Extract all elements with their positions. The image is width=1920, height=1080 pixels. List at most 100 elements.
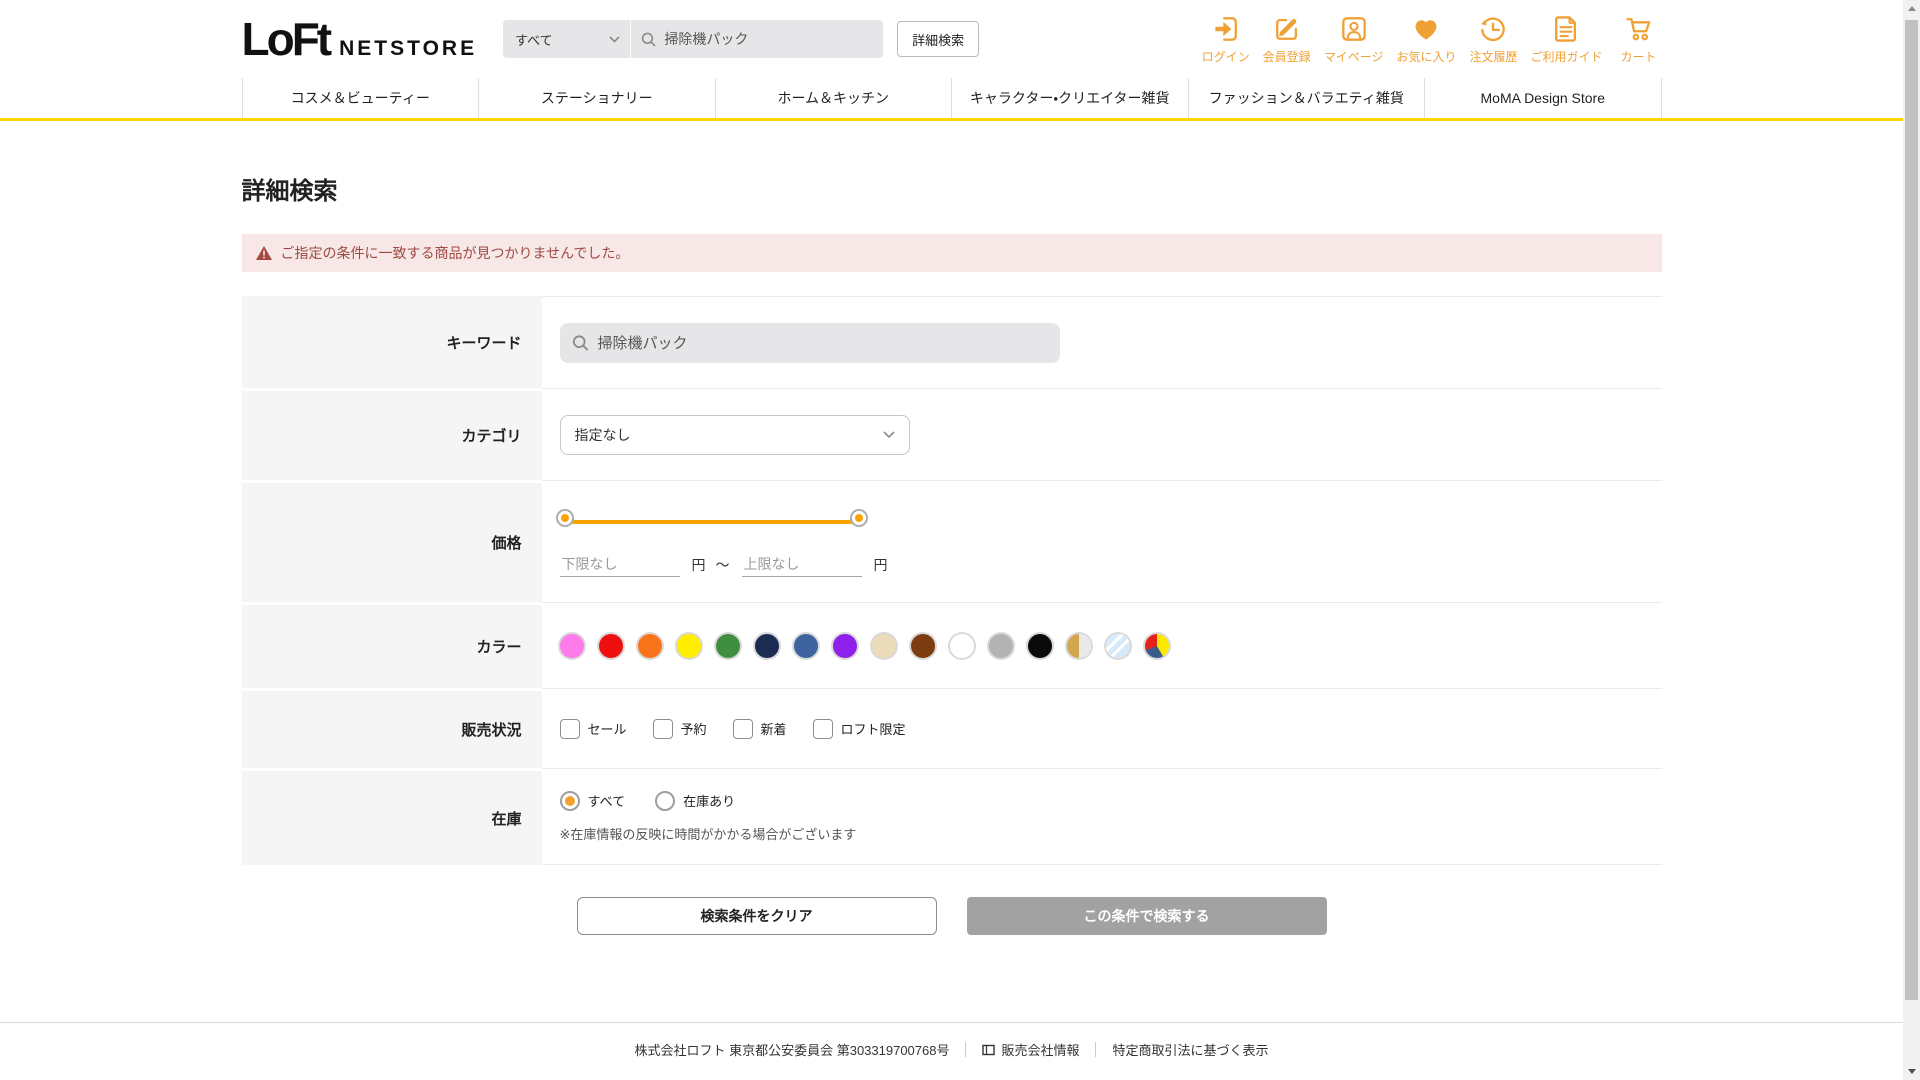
color-swatch-gray[interactable] xyxy=(988,633,1013,658)
detail-search-button[interactable]: 詳細検索 xyxy=(897,21,980,57)
radio-stock-all[interactable]: すべて xyxy=(559,790,625,811)
form-row-category: カテゴリ 指定なし xyxy=(241,388,1662,480)
nav-item-moma[interactable]: MoMA Design Store xyxy=(1424,78,1662,118)
favorite-icon xyxy=(1415,20,1437,40)
form-actions: 検索条件をクリア この条件で検索する xyxy=(242,897,1662,935)
category-select[interactable]: 指定なし xyxy=(559,414,910,455)
price-max-input[interactable] xyxy=(741,552,862,577)
color-swatch-yellow[interactable] xyxy=(676,633,701,658)
price-range-slider xyxy=(557,510,866,534)
checkbox-loft-limited-box[interactable] xyxy=(812,718,833,739)
nav-item-character[interactable]: キャラクター・クリエイター雑貨 xyxy=(951,78,1188,118)
color-swatch-gold-silver[interactable] xyxy=(1066,633,1091,658)
nav-item-fashion[interactable]: ファッション＆バラエティ雑貨 xyxy=(1187,78,1425,118)
header-search-input[interactable] xyxy=(664,31,874,47)
checkbox-new[interactable]: 新着 xyxy=(732,718,787,739)
keyword-label: キーワード xyxy=(241,296,542,388)
category-nav: コスメ＆ビューティー ステーショナリー ホーム＆キッチン キャラクター・クリエイ… xyxy=(0,78,1903,121)
footer-link-tokushoho-label: 特定商取引法に基づく表示 xyxy=(1112,1043,1269,1058)
logo-store-text: NETSTORE xyxy=(339,37,478,60)
guide-link[interactable]: ご利用ガイド xyxy=(1530,13,1603,65)
cart-link[interactable]: カート xyxy=(1616,13,1662,65)
footer-link-company-info-label: 販売会社情報 xyxy=(1001,1043,1080,1058)
favorite-label: お気に入り xyxy=(1396,50,1457,64)
checkbox-sale[interactable]: セール xyxy=(559,718,627,739)
sales-status-options: セール 予約 新着 ロフト限定 xyxy=(559,718,1662,739)
site-footer: 株式会社ロフト 東京都公安委員会 第303319700768号 販売会社情報 特… xyxy=(0,1022,1903,1059)
mypage-label: マイページ xyxy=(1323,50,1384,64)
site-header: LoFt NETSTORE すべて 詳細検索 xyxy=(0,0,1903,121)
header-search-category-select[interactable]: すべて xyxy=(503,20,632,58)
checkbox-sale-box[interactable] xyxy=(559,718,580,739)
chevron-down-icon xyxy=(882,430,895,438)
color-swatch-purple[interactable] xyxy=(832,633,857,658)
loft-logo[interactable]: LoFt NETSTORE xyxy=(242,16,478,62)
guide-label: ご利用ガイド xyxy=(1530,50,1603,64)
header-quick-links: ログイン 会員登録 マイページ お気に入り 注文履歴 ご利用ガイド カート xyxy=(1202,13,1662,65)
favorite-link[interactable]: お気に入り xyxy=(1396,13,1456,65)
footer-link-tokushoho[interactable]: 特定商取引法に基づく表示 xyxy=(1112,1040,1268,1059)
nav-item-cosme[interactable]: コスメ＆ビューティー xyxy=(241,78,479,118)
no-results-alert: ご指定の条件に一致する商品が見つかりませんでした。 xyxy=(241,234,1662,272)
radio-stock-available-button[interactable] xyxy=(655,790,676,811)
color-swatch-beige[interactable] xyxy=(871,633,896,658)
checkbox-reserve[interactable]: 予約 xyxy=(652,718,707,739)
radio-stock-all-button[interactable] xyxy=(559,790,580,811)
nav-item-home-kitchen[interactable]: ホーム＆キッチン xyxy=(714,78,952,118)
price-range-separator: ～ xyxy=(715,556,730,573)
color-swatch-blue[interactable] xyxy=(793,633,818,658)
checkbox-loft-limited[interactable]: ロフト限定 xyxy=(812,718,906,739)
mypage-link[interactable]: マイページ xyxy=(1323,13,1384,65)
footer-link-company-info[interactable]: 販売会社情報 xyxy=(982,1040,1079,1059)
color-swatch-navy[interactable] xyxy=(754,633,779,658)
color-swatch-orange[interactable] xyxy=(637,633,662,658)
login-icon xyxy=(1214,17,1237,41)
stock-label: 在庫 xyxy=(241,768,542,865)
register-icon xyxy=(1275,18,1297,40)
price-slider-track[interactable] xyxy=(561,520,862,524)
no-results-alert-text: ご指定の条件に一致する商品が見つかりませんでした。 xyxy=(280,245,630,261)
vertical-scrollbar[interactable] xyxy=(1903,0,1920,1080)
price-slider-handle-max[interactable] xyxy=(851,511,866,525)
color-swatch-pink[interactable] xyxy=(559,633,584,658)
register-link[interactable]: 会員登録 xyxy=(1263,13,1311,65)
checkbox-new-box[interactable] xyxy=(732,718,753,739)
color-swatch-multicolor[interactable] xyxy=(1144,633,1169,658)
price-max-unit: 円 xyxy=(873,556,888,573)
login-label: ログイン xyxy=(1201,50,1250,64)
checkbox-sale-label: セール xyxy=(587,722,627,737)
stock-note: ※在庫情報の反映に時間がかかる場合がございます xyxy=(559,826,857,842)
chevron-down-icon xyxy=(609,35,620,43)
search-submit-button[interactable]: この条件で検索する xyxy=(966,897,1327,935)
price-slider-handle-min[interactable] xyxy=(557,511,572,525)
radio-stock-available-label: 在庫あり xyxy=(683,794,736,809)
keyword-input[interactable] xyxy=(597,334,1048,351)
scrollbar-down-arrow[interactable] xyxy=(1903,1063,1920,1080)
clear-conditions-button[interactable]: 検索条件をクリア xyxy=(576,897,937,935)
search-icon xyxy=(641,32,656,46)
sales-status-label: 販売状況 xyxy=(241,688,542,768)
price-min-input[interactable] xyxy=(559,552,680,577)
scrollbar-up-arrow[interactable] xyxy=(1903,0,1920,17)
nav-item-stationery[interactable]: ステーショナリー xyxy=(478,78,715,118)
header-search-field xyxy=(631,31,883,48)
color-swatch-red[interactable] xyxy=(598,633,623,658)
radio-stock-available[interactable]: 在庫あり xyxy=(655,790,736,811)
scrollbar-thumb[interactable] xyxy=(1905,20,1918,1000)
cart-icon xyxy=(1625,18,1650,41)
triangle-up-icon xyxy=(1907,6,1916,11)
stock-options: すべて 在庫あり xyxy=(559,790,1662,811)
color-swatch-green[interactable] xyxy=(715,633,740,658)
logo-brand-text: LoFt xyxy=(241,13,333,65)
guide-icon xyxy=(1555,16,1577,42)
color-swatch-brown[interactable] xyxy=(910,633,935,658)
triangle-down-icon xyxy=(1907,1069,1916,1074)
browser-viewport: LoFt NETSTORE すべて 詳細検索 xyxy=(0,0,1903,1080)
checkbox-reserve-box[interactable] xyxy=(652,718,673,739)
history-link[interactable]: 注文履歴 xyxy=(1469,13,1517,65)
color-swatch-white[interactable] xyxy=(949,633,974,658)
color-swatch-black[interactable] xyxy=(1027,633,1052,658)
color-swatch-clear[interactable] xyxy=(1105,633,1130,658)
color-swatches xyxy=(559,633,1662,658)
login-link[interactable]: ログイン xyxy=(1202,13,1250,65)
